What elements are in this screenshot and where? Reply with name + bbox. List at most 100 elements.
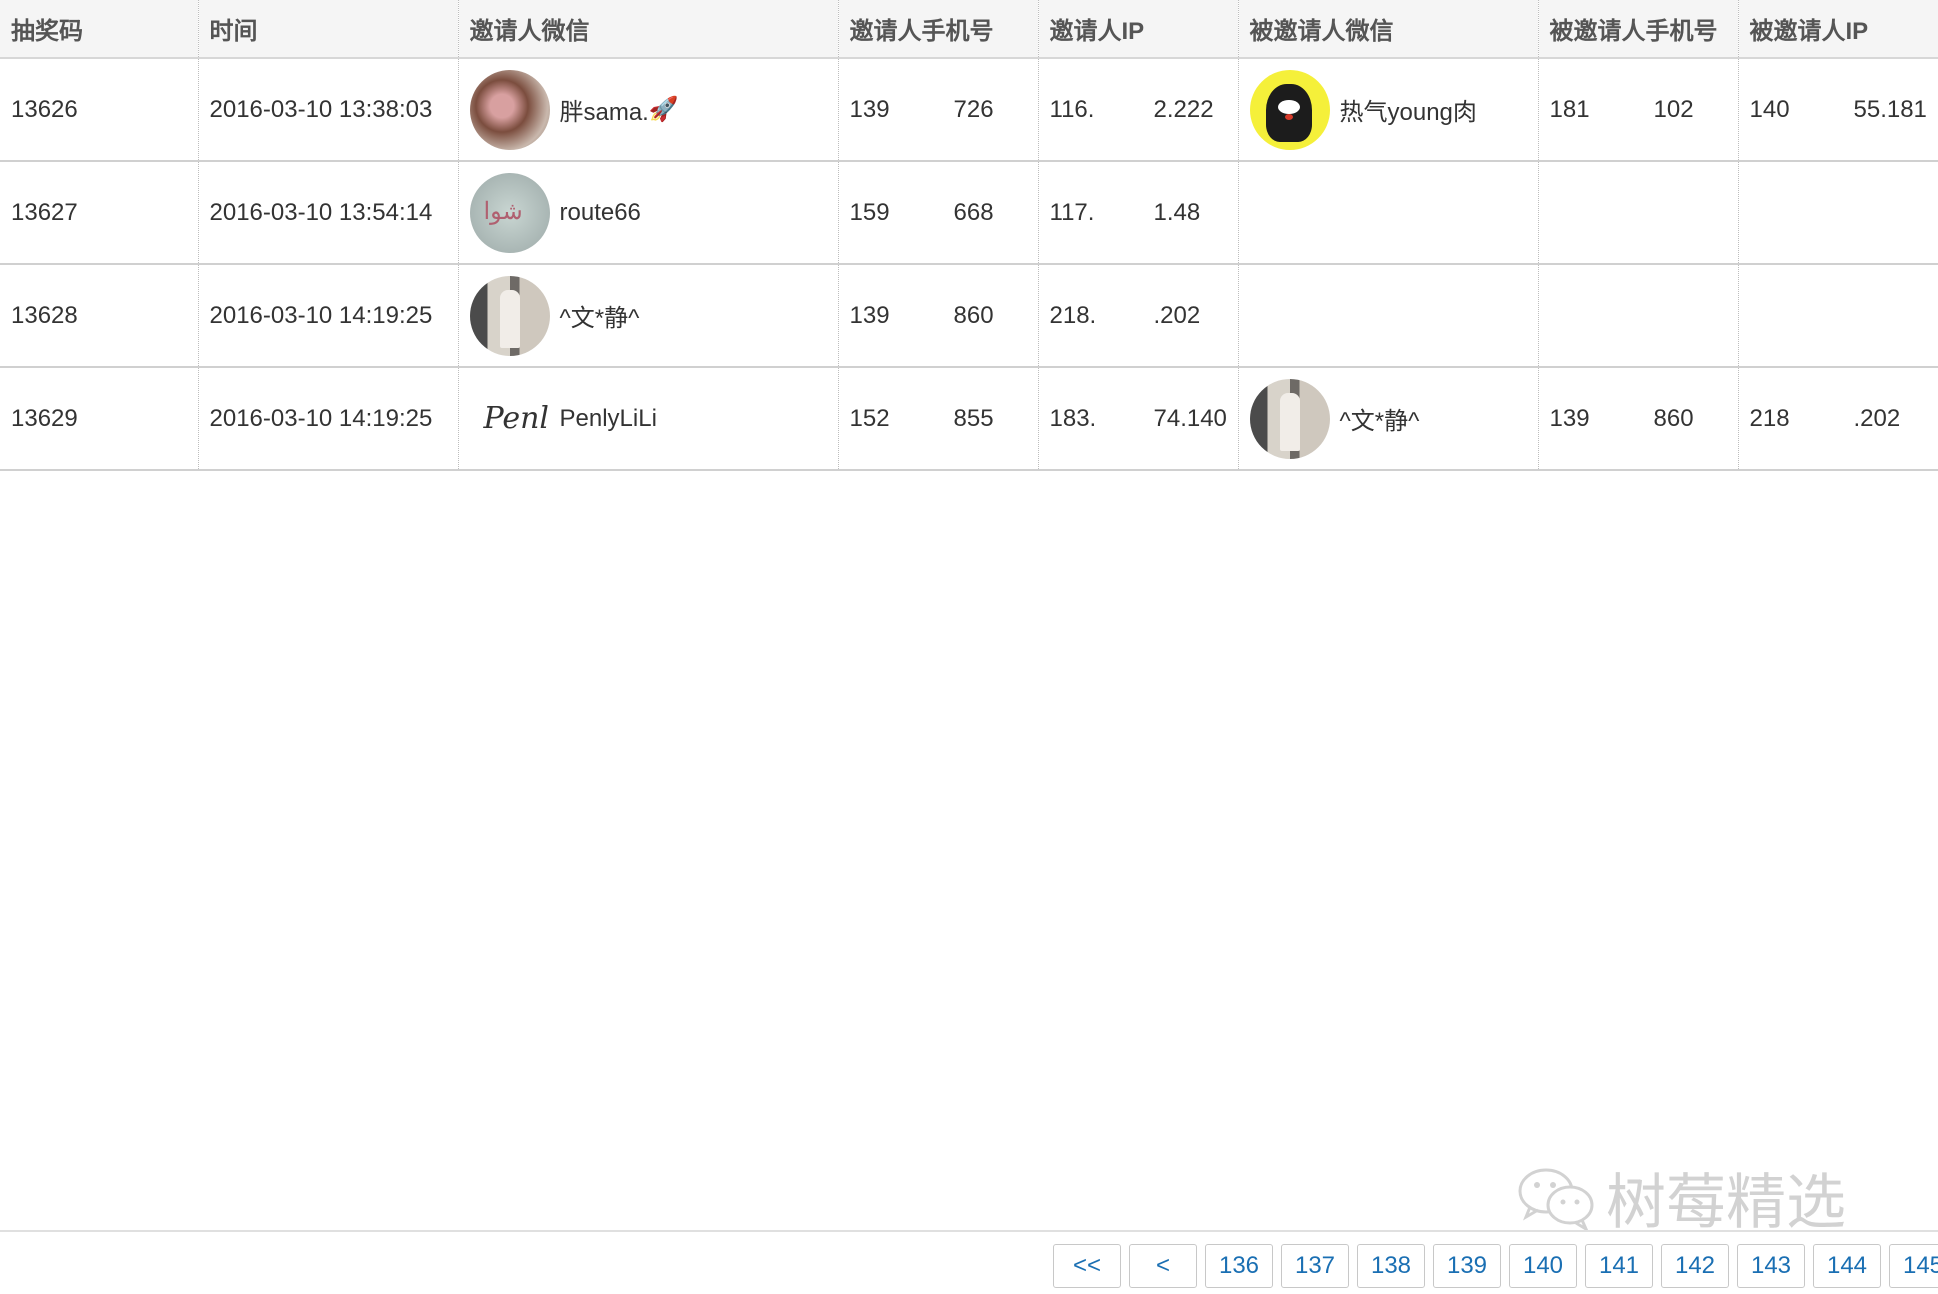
cell-code: 13627: [0, 161, 199, 265]
avatar-glyph: Penly: [483, 400, 550, 436]
ip-suffix: 55.181: [1853, 95, 1927, 123]
avatar[interactable]: [469, 275, 550, 356]
ip-suffix: 74.140: [1153, 404, 1227, 432]
rocket-icon: 🚀: [648, 96, 679, 123]
cell-time: 2016-03-10 14:19:25: [198, 367, 459, 471]
phone-suffix: 668: [953, 198, 994, 226]
cell-invitee-ip: [1738, 161, 1938, 265]
col-header-invitee-phone[interactable]: 被邀请人手机号: [1538, 0, 1739, 59]
cell-inviter-ip: 183. 74.140: [1038, 367, 1239, 471]
ip-prefix: 183.: [1049, 404, 1097, 432]
cell-inviter-ip: 117. 1.48: [1038, 161, 1239, 265]
col-header-inviter-phone[interactable]: 邀请人手机号: [838, 0, 1039, 59]
col-header-invitee-wechat[interactable]: 被邀请人微信: [1238, 0, 1539, 59]
watermark-text: 树莓精选: [1606, 1168, 1846, 1238]
ip-suffix: .202: [1153, 301, 1201, 329]
bear-icon: [1265, 83, 1312, 142]
page-button-136[interactable]: 136: [1205, 1244, 1273, 1288]
page-button-140[interactable]: 140: [1509, 1244, 1577, 1288]
phone-suffix: 860: [1653, 404, 1694, 432]
cell-invitee-wechat: [1238, 264, 1539, 368]
ip-prefix: 140: [1749, 95, 1790, 123]
cell-inviter-phone: 159 668: [838, 161, 1039, 265]
ip-prefix: 218: [1749, 404, 1790, 432]
phone-prefix: 139: [1549, 404, 1590, 432]
wechat-icon: [1516, 1163, 1598, 1233]
cell-invitee-ip: 218 .202: [1738, 367, 1938, 471]
table-header-row: 抽奖码 时间 邀请人微信 邀请人手机号 邀请人IP 被邀请人微信 被邀请人手机号…: [0, 0, 1938, 59]
table-row[interactable]: 13629 2016-03-10 14:19:25 Penly PenlyLiL…: [0, 367, 1938, 471]
page-button-137[interactable]: 137: [1281, 1244, 1349, 1288]
watermark: 树莓精选: [1516, 1154, 1846, 1241]
cell-time: 2016-03-10 13:38:03: [198, 58, 459, 162]
page-button-143[interactable]: 143: [1737, 1244, 1805, 1288]
cell-code: 13626: [0, 58, 199, 162]
cell-inviter-phone: 139 860: [838, 264, 1039, 368]
cell-inviter-wechat: ^文*静^: [458, 264, 839, 368]
page-button-141[interactable]: 141: [1585, 1244, 1653, 1288]
col-header-invitee-ip[interactable]: 被邀请人IP: [1738, 0, 1938, 59]
avatar[interactable]: شوا: [469, 172, 550, 253]
cell-inviter-wechat: 胖sama. 🚀: [458, 58, 839, 162]
page-button-142[interactable]: 142: [1661, 1244, 1729, 1288]
cell-invitee-wechat: ^文*静^: [1238, 367, 1539, 471]
cell-invitee-wechat: [1238, 161, 1539, 265]
table-row[interactable]: 13628 2016-03-10 14:19:25 ^文*静^ 139 860 2…: [0, 264, 1938, 368]
page-button-144[interactable]: 144: [1813, 1244, 1881, 1288]
col-header-inviter-wechat[interactable]: 邀请人微信: [458, 0, 839, 59]
ip-prefix: 116.: [1049, 95, 1095, 123]
cell-inviter-ip: 116. 2.222: [1038, 58, 1239, 162]
avatar[interactable]: [1249, 378, 1330, 459]
pagination-bar: << < 136 137 138 139 140 141 142 143 144…: [0, 1230, 1938, 1294]
cell-code: 13629: [0, 367, 199, 471]
col-header-inviter-ip[interactable]: 邀请人IP: [1038, 0, 1239, 59]
ip-prefix: 218.: [1049, 301, 1097, 329]
cell-invitee-phone: [1538, 161, 1739, 265]
prev-page-button[interactable]: <: [1129, 1244, 1197, 1288]
phone-prefix: 139: [849, 301, 890, 329]
phone-suffix: 860: [953, 301, 994, 329]
page-button-145[interactable]: 145: [1889, 1244, 1938, 1288]
cell-invitee-phone: [1538, 264, 1739, 368]
page-button-138[interactable]: 138: [1357, 1244, 1425, 1288]
cell-inviter-wechat: Penly PenlyLiLi: [458, 367, 839, 471]
cell-code: 13628: [0, 264, 199, 368]
cell-invitee-phone: 181 102: [1538, 58, 1739, 162]
phone-suffix: 726: [953, 95, 994, 123]
inviter-wechat-name: 胖sama.: [559, 99, 649, 126]
first-page-button[interactable]: <<: [1053, 1244, 1121, 1288]
cell-time: 2016-03-10 14:19:25: [198, 264, 459, 368]
lottery-table: 抽奖码 时间 邀请人微信 邀请人手机号 邀请人IP 被邀请人微信 被邀请人手机号…: [0, 0, 1938, 471]
kumamon-bear-avatar[interactable]: [1249, 69, 1330, 150]
table-row[interactable]: 13627 2016-03-10 13:54:14 شوا route66 15…: [0, 161, 1938, 265]
inviter-wechat-name: PenlyLiLi: [559, 404, 657, 432]
inviter-wechat-name: ^文*静^: [559, 305, 640, 332]
cell-invitee-wechat: 热气young肉: [1238, 58, 1539, 162]
phone-prefix: 159: [849, 198, 890, 226]
phone-prefix: 139: [849, 95, 890, 123]
cell-invitee-ip: 140 55.181: [1738, 58, 1938, 162]
avatar-glyph: شوا: [483, 196, 523, 225]
invitee-wechat-name: ^文*静^: [1339, 408, 1420, 435]
ip-prefix: 117.: [1049, 198, 1095, 226]
cell-inviter-phone: 139 726: [838, 58, 1039, 162]
ip-suffix: 1.48: [1153, 198, 1201, 226]
page-button-139[interactable]: 139: [1433, 1244, 1501, 1288]
phone-prefix: 181: [1549, 95, 1590, 123]
cell-inviter-wechat: شوا route66: [458, 161, 839, 265]
avatar[interactable]: Penly: [469, 378, 550, 459]
cell-inviter-ip: 218. .202: [1038, 264, 1239, 368]
phone-prefix: 152: [849, 404, 890, 432]
phone-suffix: 855: [953, 404, 994, 432]
ip-suffix: 2.222: [1153, 95, 1214, 123]
cell-invitee-ip: [1738, 264, 1938, 368]
table-row[interactable]: 13626 2016-03-10 13:38:03 胖sama. 🚀 139 72…: [0, 58, 1938, 162]
ip-suffix: .202: [1853, 404, 1901, 432]
pagination: << < 136 137 138 139 140 141 142 143 144…: [1053, 1244, 1938, 1288]
invitee-wechat-name: 热气young肉: [1339, 99, 1477, 126]
cell-invitee-phone: 139 860: [1538, 367, 1739, 471]
col-header-code[interactable]: 抽奖码: [0, 0, 199, 59]
cell-inviter-phone: 152 855: [838, 367, 1039, 471]
col-header-time[interactable]: 时间: [198, 0, 459, 59]
avatar[interactable]: [469, 69, 550, 150]
